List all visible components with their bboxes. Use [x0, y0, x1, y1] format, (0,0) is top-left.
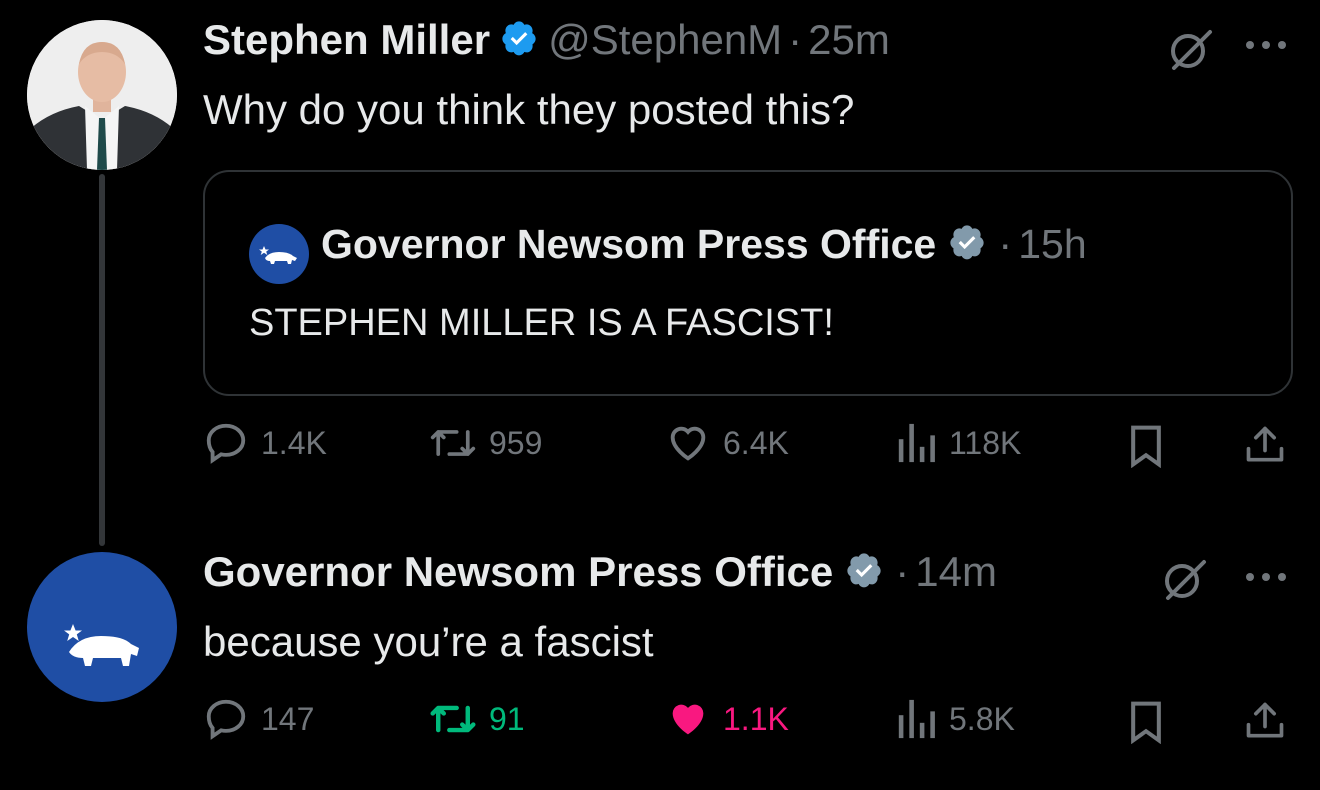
verified-icon[interactable] [948, 223, 986, 266]
display-name[interactable]: Stephen Miller [203, 16, 490, 64]
tweet-stephen-miller[interactable]: Stephen Miller @StephenM · 25m Why do yo… [0, 0, 1320, 520]
more-icon[interactable] [1244, 38, 1288, 56]
separator: · [895, 548, 910, 595]
tweet-text: because you’re a fascist [203, 618, 654, 665]
quote-header: Governor Newsom Press Office · 15h [321, 220, 1087, 268]
like-count: 1.1K [723, 700, 789, 737]
views-button[interactable]: 5.8K [895, 696, 1015, 742]
display-name[interactable]: Governor Newsom Press Office [203, 548, 833, 596]
handle[interactable]: @StephenM [548, 16, 782, 64]
view-count: 5.8K [949, 700, 1015, 737]
share-button[interactable] [1243, 422, 1299, 468]
reply-button[interactable]: 147 [203, 696, 314, 742]
views-icon [898, 699, 935, 739]
share-button[interactable] [1243, 698, 1299, 744]
tweet-text: Why do you think they posted this? [203, 86, 855, 133]
bookmark-button[interactable] [1127, 700, 1177, 744]
bookmark-icon [1131, 701, 1161, 744]
reply-count: 147 [261, 700, 315, 737]
bookmark-button[interactable] [1127, 424, 1177, 468]
grok-icon[interactable] [1160, 554, 1210, 609]
california-bear-icon [259, 246, 297, 264]
repost-count: 959 [489, 424, 543, 461]
reply-icon [206, 423, 246, 464]
tweet-actions: 147 91 1.1K 5.8K [203, 696, 1293, 756]
like-icon [672, 704, 704, 735]
timestamp[interactable]: 14m [915, 548, 997, 596]
tweet-actions: 1.4K 959 6.4K 118K [203, 420, 1293, 480]
views-icon [898, 423, 935, 463]
bookmark-icon [1131, 425, 1161, 468]
view-count: 118K [949, 424, 1022, 461]
california-bear-icon [64, 624, 139, 666]
quote-avatar[interactable] [249, 224, 309, 284]
more-icon[interactable] [1244, 570, 1288, 588]
reply-icon [206, 699, 246, 740]
share-icon [1246, 702, 1284, 738]
separator: · [788, 16, 803, 63]
verified-icon[interactable] [845, 551, 883, 594]
tweet-header: Stephen Miller @StephenM · 25m [203, 16, 890, 64]
repost-icon [430, 705, 476, 733]
repost-count: 91 [489, 700, 525, 737]
quote-timestamp[interactable]: 15h [1018, 221, 1086, 268]
like-count: 6.4K [723, 424, 789, 461]
quote-text: STEPHEN MILLER IS A FASCIST! [249, 302, 834, 344]
share-icon [1246, 426, 1284, 462]
separator: · [998, 220, 1013, 267]
reply-count: 1.4K [261, 424, 327, 461]
timestamp[interactable]: 25m [808, 16, 890, 64]
views-button[interactable]: 118K [895, 420, 1021, 466]
avatar[interactable] [27, 20, 177, 170]
repost-button[interactable]: 959 [429, 420, 542, 466]
tweet-newsom-reply[interactable]: Governor Newsom Press Office · 14m becau… [0, 530, 1320, 790]
grok-icon[interactable] [1166, 24, 1216, 79]
reply-button[interactable]: 1.4K [203, 420, 327, 466]
like-icon [670, 426, 706, 461]
like-button[interactable]: 6.4K [665, 420, 789, 466]
repost-button[interactable]: 91 [429, 696, 525, 742]
quoted-tweet[interactable]: Governor Newsom Press Office · 15h STEPH… [203, 170, 1293, 396]
tweet-header: Governor Newsom Press Office · 14m [203, 548, 997, 596]
avatar[interactable] [27, 552, 177, 702]
like-button[interactable]: 1.1K [665, 696, 789, 742]
repost-icon [430, 430, 476, 456]
verified-icon[interactable] [500, 19, 538, 62]
person-avatar-icon [27, 20, 177, 170]
quote-display-name[interactable]: Governor Newsom Press Office [321, 221, 936, 268]
